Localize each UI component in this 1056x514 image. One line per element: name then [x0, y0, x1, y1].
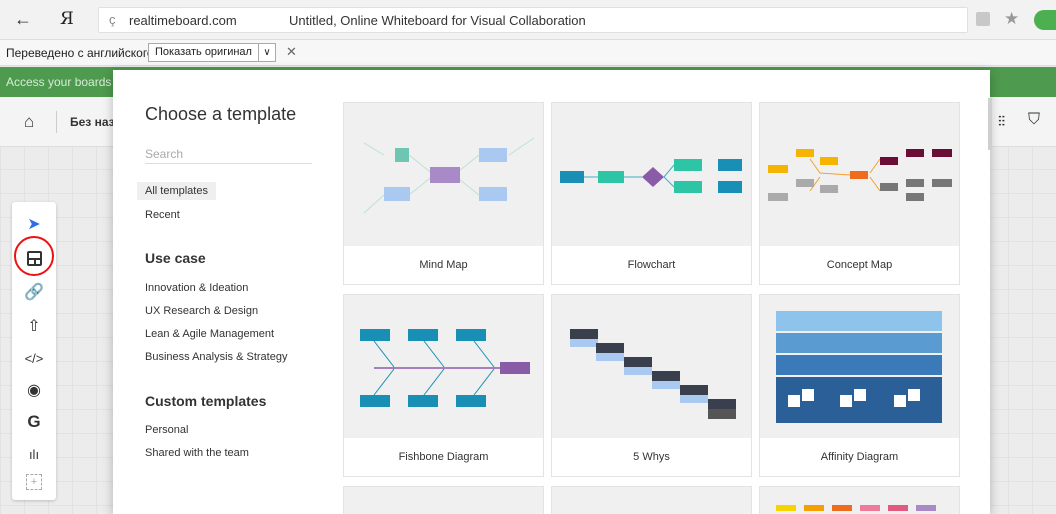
template-card-partial[interactable]: [343, 486, 544, 514]
template-card-fishbone[interactable]: Fishbone Diagram: [343, 294, 544, 477]
use-case-heading: Use case: [145, 250, 206, 266]
banner-text: Access your boards: [6, 75, 112, 89]
modal-title: Choose a template: [145, 104, 297, 124]
learning-cap-icon[interactable]: ⛉: [1028, 111, 1040, 129]
translate-options-dropdown[interactable]: ∨: [258, 43, 276, 62]
translate-close-icon[interactable]: ✕: [286, 44, 297, 60]
plus-icon: +: [26, 474, 42, 490]
template-label: Fishbone Diagram: [398, 451, 489, 463]
nav-personal[interactable]: Personal: [137, 421, 196, 439]
template-card-concept-map[interactable]: Concept Map: [759, 102, 960, 285]
home-icon[interactable]: ⌂: [24, 112, 34, 132]
template-label: Mind Map: [419, 259, 468, 271]
template-label: Flowchart: [627, 259, 676, 271]
yandex-logo-icon[interactable]: Я: [60, 9, 74, 29]
url-page-title: Untitled, Online Whiteboard for Visual C…: [289, 13, 586, 28]
board-name[interactable]: Без наз: [70, 115, 115, 129]
url-field[interactable]: ç realtimeboard.com Untitled, Online Whi…: [98, 7, 968, 33]
add-tool[interactable]: +: [12, 466, 56, 498]
concept-map-thumbnail: [760, 103, 959, 246]
reader-mode-icon[interactable]: [976, 12, 990, 26]
google-icon[interactable]: G: [12, 406, 56, 438]
url-domain: realtimeboard.com: [129, 13, 237, 28]
template-card-affinity[interactable]: Affinity Diagram: [759, 294, 960, 477]
translate-bar: Переведено с английского Показать оригин…: [0, 40, 1056, 66]
template-label: Affinity Diagram: [820, 451, 899, 463]
embed-code-icon[interactable]: </>: [12, 342, 56, 374]
highlight-annotation-circle: [14, 236, 54, 276]
choose-template-modal: Choose a template All templates Recent U…: [113, 70, 990, 514]
nav-recent[interactable]: Recent: [137, 206, 188, 224]
nav-lean-agile[interactable]: Lean & Agile Management: [137, 325, 282, 343]
eye-icon[interactable]: ◉: [12, 374, 56, 406]
template-card-partial[interactable]: [759, 486, 960, 514]
nav-ux-research[interactable]: UX Research & Design: [137, 302, 266, 320]
custom-templates-heading: Custom templates: [145, 393, 267, 409]
five-whys-thumbnail: [552, 295, 751, 438]
link-icon[interactable]: 🔗: [12, 276, 56, 308]
template-search-input[interactable]: [145, 144, 312, 164]
header-divider: [56, 111, 57, 133]
modal-scrollbar[interactable]: [988, 98, 992, 150]
fishbone-thumbnail: [344, 295, 543, 438]
translate-status: Переведено с английского: [6, 46, 154, 60]
upload-icon[interactable]: ⇧: [12, 310, 56, 342]
nav-all-templates[interactable]: All templates: [137, 182, 216, 200]
template-card-partial[interactable]: [551, 486, 752, 514]
template-label: Concept Map: [826, 259, 893, 271]
nav-business-analysis[interactable]: Business Analysis & Strategy: [137, 348, 295, 366]
nav-innovation[interactable]: Innovation & Ideation: [137, 279, 256, 297]
template-card-mind-map[interactable]: Mind Map: [343, 102, 544, 285]
reload-icon[interactable]: ç: [109, 12, 116, 27]
template-card-flowchart[interactable]: Flowchart: [551, 102, 752, 285]
template-label: 5 Whys: [633, 451, 670, 463]
flowchart-thumbnail: [552, 103, 751, 246]
nav-shared-team[interactable]: Shared with the team: [137, 444, 257, 462]
browser-address-bar: ← Я ç realtimeboard.com Untitled, Online…: [0, 0, 1056, 40]
template-card-5-whys[interactable]: 5 Whys: [551, 294, 752, 477]
mind-map-thumbnail: [344, 103, 543, 246]
show-original-button[interactable]: Показать оригинал: [148, 43, 259, 62]
back-arrow-icon[interactable]: ←: [14, 9, 32, 30]
bookmark-star-icon[interactable]: ★: [1004, 9, 1019, 29]
extension-icon[interactable]: [1034, 10, 1056, 30]
settings-sliders-icon[interactable]: ⫶⫶: [998, 113, 1005, 130]
affinity-thumbnail: [760, 295, 959, 438]
